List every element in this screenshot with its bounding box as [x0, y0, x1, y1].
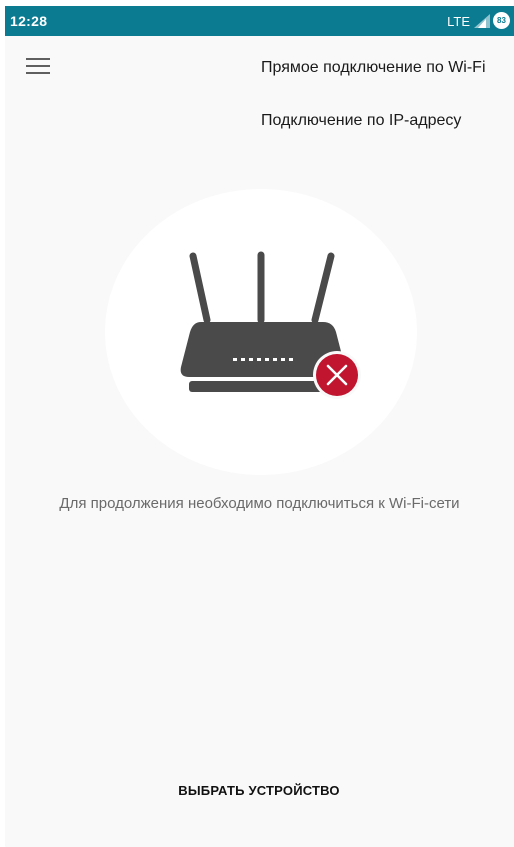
connection-required-message: Для продолжения необходимо подключиться …: [59, 495, 460, 512]
router-disconnected-icon: [180, 251, 361, 399]
signal-icon: [474, 14, 490, 28]
status-time: 12:28: [10, 13, 48, 29]
network-type: LTE: [447, 14, 470, 29]
battery-icon: 83: [493, 12, 510, 29]
select-device-button[interactable]: ВЫБРАТЬ УСТРОЙСТВО: [159, 778, 359, 804]
menu-item-ip-connection[interactable]: Подключение по IP-адресу: [261, 112, 461, 130]
app-screen: 12:28 LTE 83 Прямое подключение по Wi-Fi…: [5, 6, 514, 847]
menu-item-wifi-direct[interactable]: Прямое подключение по Wi-Fi: [261, 59, 486, 77]
hamburger-menu-icon[interactable]: [26, 58, 50, 76]
status-bar: 12:28 LTE 83: [5, 6, 514, 36]
